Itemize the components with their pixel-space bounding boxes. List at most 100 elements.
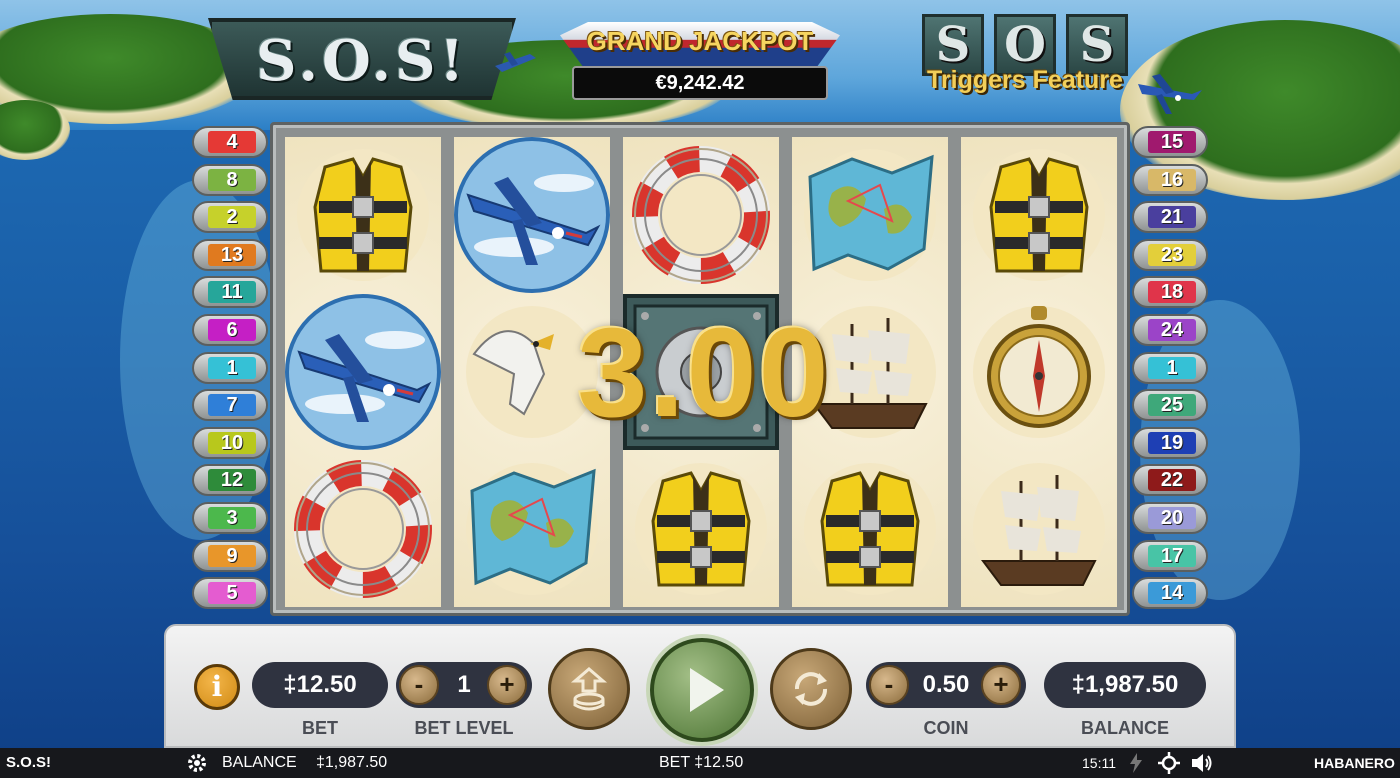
left-payline-badge: 11 (192, 276, 268, 309)
balance-display: ‡1,987.50 (1044, 662, 1206, 708)
plane-symbol (285, 294, 441, 450)
payline-number: 23 (1148, 243, 1196, 266)
bet-display: ‡12.50 (252, 662, 388, 708)
left-payline-badge: 2 (192, 201, 268, 234)
right-payline-badge: 23 (1132, 238, 1208, 271)
grand-jackpot: GRAND JACKPOT €9,242.42 (560, 22, 840, 102)
payline-number: 8 (208, 168, 256, 191)
right-payline-badge: 20 (1132, 502, 1208, 534)
payline-number: 19 (1148, 431, 1196, 454)
left-payline-badge: 10 (192, 426, 268, 459)
map-symbol (454, 451, 610, 607)
right-payline-badge: 16 (1132, 163, 1208, 196)
status-clock: 15:11 (1082, 755, 1116, 771)
payline-number: 7 (208, 394, 256, 417)
payline-number: 13 (208, 243, 256, 266)
reel-1 (285, 137, 441, 607)
bet-label: BET (302, 718, 338, 738)
coin-plus-button[interactable]: + (981, 665, 1021, 705)
provider-name: HABANERO (1314, 755, 1395, 771)
left-payline-badge: 13 (192, 238, 268, 271)
payline-number: 16 (1148, 168, 1196, 191)
info-button[interactable]: i (194, 664, 240, 710)
life-vest-symbol (623, 451, 779, 607)
max-bet-button[interactable] (548, 648, 630, 730)
left-payline-badge: 6 (192, 314, 268, 346)
jackpot-title: GRAND JACKPOT (586, 26, 814, 56)
coin-label: COIN (923, 718, 969, 738)
payline-number: 11 (208, 281, 256, 304)
right-payline-badge: 15 (1132, 126, 1208, 158)
payline-number: 2 (208, 206, 256, 229)
payline-number: 1 (208, 356, 256, 379)
map-symbol (792, 137, 948, 293)
right-payline-badge: 1 (1132, 351, 1208, 384)
reel-5 (961, 137, 1117, 607)
feature-text: Triggers Feature (927, 66, 1123, 94)
payline-number: 24 (1148, 319, 1196, 341)
right-payline-badge: 21 (1132, 201, 1208, 234)
plane-decoration-left-icon (495, 52, 536, 72)
left-payline-badge: 8 (192, 163, 268, 196)
sound-speaker-icon[interactable] (1190, 752, 1214, 774)
spin-button[interactable] (650, 638, 754, 742)
game-logo-text: S.O.S! (256, 28, 468, 94)
left-payline-badge: 5 (192, 577, 268, 610)
bet-level-minus-button[interactable]: - (399, 665, 439, 705)
right-payline-badge: 24 (1132, 314, 1208, 346)
plane-decoration-right-icon (1138, 74, 1202, 114)
turbo-lightning-icon[interactable] (1128, 753, 1144, 773)
settings-gear-icon[interactable] (186, 752, 208, 774)
autoplay-arrows-icon (795, 672, 827, 706)
payline-number: 18 (1148, 281, 1196, 304)
payline-number: 5 (208, 582, 256, 605)
life-ring-symbol (623, 137, 779, 293)
status-bet: BET ‡12.50 (659, 754, 744, 771)
balance-label: BALANCE (1081, 718, 1169, 738)
jackpot-amount: €9,242.42 (572, 66, 828, 100)
payline-number: 17 (1148, 544, 1196, 567)
right-payline-badge: 18 (1132, 276, 1208, 309)
payline-number: 20 (1148, 507, 1196, 529)
life-ring-symbol (285, 451, 441, 607)
left-payline-badge: 9 (192, 539, 268, 572)
play-icon (690, 668, 724, 712)
game-logo: S.O.S! (208, 18, 516, 100)
life-vest-symbol (285, 137, 441, 293)
payline-number: 14 (1148, 582, 1196, 605)
payline-number: 12 (208, 469, 256, 492)
ship-symbol (961, 451, 1117, 607)
right-payline-badge: 25 (1132, 389, 1208, 422)
info-icon: i (211, 670, 223, 703)
right-payline-badge: 17 (1132, 539, 1208, 572)
right-payline-badge: 19 (1132, 426, 1208, 459)
left-payline-badge: 4 (192, 126, 268, 158)
status-game-name: S.O.S! (6, 754, 52, 771)
coin-stepper: - 0.50 + (866, 662, 1026, 708)
coin-value: 0.50 (922, 671, 970, 698)
compass-symbol (961, 294, 1117, 450)
bet-level-plus-button[interactable]: + (487, 665, 527, 705)
payline-number: 15 (1148, 131, 1196, 153)
coins-stack-icon (570, 667, 608, 711)
payline-number: 25 (1148, 394, 1196, 417)
payline-number: 3 (208, 507, 256, 529)
coin-minus-button[interactable]: - (869, 665, 909, 705)
win-amount: 3.00 (577, 302, 831, 443)
payline-number: 22 (1148, 469, 1196, 492)
status-balance-label: BALANCE (222, 754, 297, 771)
payline-number: 21 (1148, 206, 1196, 229)
left-payline-badge: 1 (192, 351, 268, 384)
left-payline-badge: 12 (192, 464, 268, 497)
left-payline-badge: 3 (192, 502, 268, 534)
payline-number: 10 (208, 431, 256, 454)
left-payline-badge: 7 (192, 389, 268, 422)
fullscreen-icon[interactable] (1158, 752, 1180, 774)
autoplay-button[interactable] (770, 648, 852, 730)
right-payline-badge: 14 (1132, 577, 1208, 610)
life-vest-symbol (961, 137, 1117, 293)
feature-info: S O S Triggers Feature (920, 14, 1130, 98)
payline-number: 6 (208, 319, 256, 341)
control-panel: i ‡12.50 BET - 1 + BET LEVEL - 0.50 + CO… (164, 624, 1236, 748)
payline-number: 1 (1148, 356, 1196, 379)
